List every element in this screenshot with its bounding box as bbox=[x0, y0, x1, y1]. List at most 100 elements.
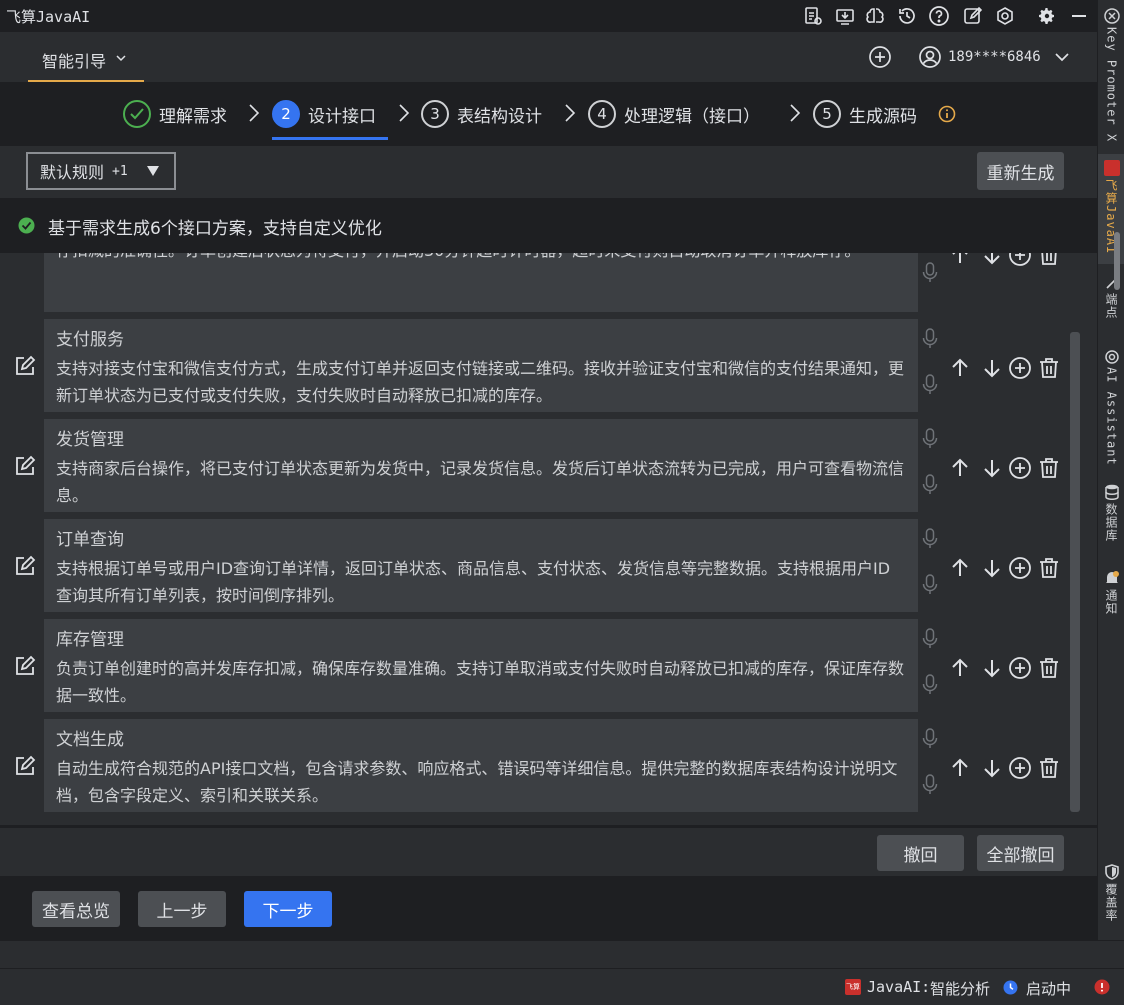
regenerate-button[interactable]: 重新生成 bbox=[977, 152, 1064, 190]
hexagon-settings-icon[interactable] bbox=[992, 3, 1018, 29]
sidebar-item-label: 覆盖率 bbox=[1104, 883, 1118, 922]
add-item-icon[interactable] bbox=[1008, 556, 1032, 580]
sidebar-item-label: 数据库 bbox=[1104, 503, 1118, 542]
info-icon[interactable] bbox=[938, 105, 956, 123]
sidebar-item-javaai[interactable]: 飞算JavaAI bbox=[1098, 154, 1124, 264]
overview-button[interactable]: 查看总览 bbox=[32, 891, 120, 927]
move-down-icon[interactable] bbox=[980, 556, 1004, 580]
delete-icon[interactable] bbox=[1037, 356, 1061, 380]
history-icon[interactable] bbox=[894, 3, 920, 29]
add-item-icon[interactable] bbox=[1008, 756, 1032, 780]
move-down-icon[interactable] bbox=[980, 356, 1004, 380]
step-understand[interactable]: 理解需求 bbox=[123, 97, 227, 131]
step-design-api[interactable]: 2 设计接口 bbox=[272, 97, 376, 131]
window-title: 飞算JavaAI bbox=[6, 8, 91, 26]
microphone-icon[interactable] bbox=[920, 573, 940, 597]
move-up-icon[interactable] bbox=[948, 656, 972, 680]
microphone-icon[interactable] bbox=[920, 261, 940, 285]
move-down-icon[interactable] bbox=[980, 253, 1004, 267]
add-item-icon[interactable] bbox=[1008, 456, 1032, 480]
delete-icon[interactable] bbox=[1037, 756, 1061, 780]
document-settings-icon[interactable] bbox=[800, 3, 826, 29]
status-analysis[interactable]: 智能分析 bbox=[930, 978, 990, 999]
sidebar-item-ai-assistant[interactable]: AI Assistant bbox=[1098, 350, 1124, 466]
move-down-icon[interactable] bbox=[980, 456, 1004, 480]
edit-icon[interactable] bbox=[14, 555, 36, 577]
sidebar-item-label: 端点 bbox=[1104, 293, 1118, 319]
move-down-icon[interactable] bbox=[980, 756, 1004, 780]
microphone-icon[interactable] bbox=[920, 773, 940, 797]
status-plugin[interactable]: JavaAI: bbox=[867, 978, 930, 996]
edit-icon[interactable] bbox=[14, 655, 36, 677]
move-down-icon[interactable] bbox=[980, 656, 1004, 680]
edit-icon[interactable] bbox=[14, 755, 36, 777]
bell-icon bbox=[1105, 571, 1119, 583]
chevron-right-icon bbox=[399, 104, 410, 122]
microphone-icon[interactable] bbox=[920, 527, 940, 551]
microphone-icon[interactable] bbox=[920, 373, 940, 397]
info-bar: 基于需求生成6个接口方案，支持自定义优化 bbox=[0, 198, 1097, 253]
header-bar: 智能引导 189****6846 bbox=[0, 32, 1097, 82]
move-up-icon[interactable] bbox=[948, 556, 972, 580]
brain-icon[interactable] bbox=[862, 3, 888, 29]
minimize-icon[interactable] bbox=[1066, 3, 1092, 29]
list-scrollbar[interactable] bbox=[1070, 332, 1080, 812]
move-up-icon[interactable] bbox=[948, 253, 972, 267]
microphone-icon[interactable] bbox=[920, 327, 940, 351]
sidebar-scrollbar[interactable] bbox=[1114, 232, 1120, 290]
microphone-icon[interactable] bbox=[920, 473, 940, 497]
add-icon[interactable] bbox=[868, 45, 892, 69]
microphone-icon[interactable] bbox=[920, 673, 940, 697]
undo-button[interactable]: 撤回 bbox=[877, 835, 964, 871]
user-menu[interactable]: 189****6846 bbox=[918, 44, 1069, 70]
step-number: 3 bbox=[421, 100, 449, 128]
step-generate-code[interactable]: 5 生成源码 bbox=[813, 97, 917, 131]
move-up-icon[interactable] bbox=[948, 756, 972, 780]
delete-icon[interactable] bbox=[1037, 456, 1061, 480]
microphone-icon[interactable] bbox=[920, 727, 940, 751]
chevron-right-icon bbox=[790, 104, 801, 122]
sidebar-item-notifications[interactable]: 通知 bbox=[1098, 570, 1124, 615]
step-label: 理解需求 bbox=[159, 106, 227, 127]
nav-tab-guide[interactable]: 智能引导 bbox=[28, 32, 144, 82]
title-bar: 飞算JavaAI bbox=[0, 0, 1097, 32]
help-icon[interactable] bbox=[926, 3, 952, 29]
add-item-icon[interactable] bbox=[1008, 656, 1032, 680]
download-monitor-icon[interactable] bbox=[832, 3, 858, 29]
step-number: 4 bbox=[588, 100, 616, 128]
delete-icon[interactable] bbox=[1037, 556, 1061, 580]
microphone-icon[interactable] bbox=[920, 627, 940, 651]
right-tool-sidebar: Key Promoter X 飞算JavaAI 端点 AI Assistant … bbox=[1097, 0, 1124, 940]
rule-select-value: 默认规则 bbox=[40, 163, 105, 182]
microphone-icon[interactable] bbox=[920, 427, 940, 451]
add-item-icon[interactable] bbox=[1008, 356, 1032, 380]
success-check-icon bbox=[18, 217, 35, 234]
next-step-button[interactable]: 下一步 bbox=[244, 891, 332, 927]
add-item-icon[interactable] bbox=[1008, 253, 1032, 267]
undo-all-button[interactable]: 全部撤回 bbox=[977, 835, 1064, 871]
edit-icon[interactable] bbox=[14, 455, 36, 477]
move-up-icon[interactable] bbox=[948, 456, 972, 480]
rule-select-count: +1 bbox=[112, 163, 128, 179]
delete-icon[interactable] bbox=[1037, 253, 1061, 267]
sidebar-item-key-promoter[interactable]: Key Promoter X bbox=[1098, 8, 1124, 142]
clock-icon bbox=[1003, 980, 1018, 995]
step-logic[interactable]: 4 处理逻辑（接口） bbox=[588, 97, 760, 131]
step-number: 5 bbox=[813, 100, 841, 128]
step-table-design[interactable]: 3 表结构设计 bbox=[421, 97, 542, 131]
rule-select[interactable]: 默认规则 +1 bbox=[26, 152, 176, 190]
delete-icon[interactable] bbox=[1037, 656, 1061, 680]
move-up-icon[interactable] bbox=[948, 356, 972, 380]
ai-assistant-icon bbox=[1104, 350, 1119, 364]
sidebar-item-coverage[interactable]: 覆盖率 bbox=[1098, 864, 1124, 922]
gear-icon[interactable] bbox=[1034, 3, 1060, 29]
step-label: 设计接口 bbox=[308, 106, 376, 127]
step-number: 2 bbox=[272, 100, 300, 128]
sidebar-item-database[interactable]: 数据库 bbox=[1098, 484, 1124, 542]
error-icon[interactable] bbox=[1094, 979, 1110, 995]
sidebar-item-endpoints[interactable]: 端点 bbox=[1098, 276, 1124, 319]
edit-icon[interactable] bbox=[14, 355, 36, 377]
prev-step-button[interactable]: 上一步 bbox=[138, 891, 226, 927]
edit-doc-icon[interactable] bbox=[960, 3, 986, 29]
key-promoter-icon bbox=[1103, 8, 1120, 24]
